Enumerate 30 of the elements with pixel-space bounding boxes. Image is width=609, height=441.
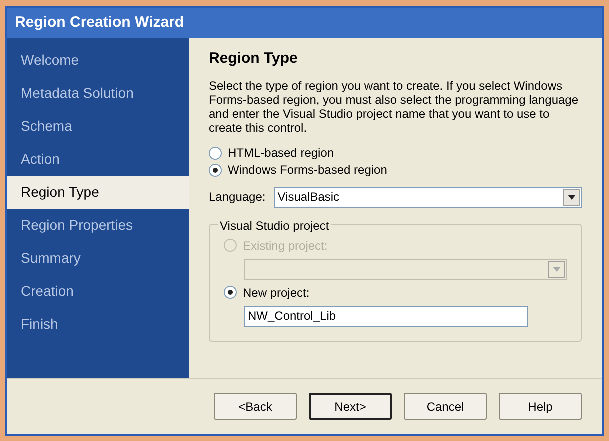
- wizard-step[interactable]: Finish: [7, 308, 189, 341]
- dialog-button[interactable]: <Back: [214, 393, 297, 420]
- window-title: Region Creation Wizard: [15, 12, 184, 33]
- dialog-button[interactable]: Help: [499, 393, 582, 420]
- wizard-step[interactable]: Welcome: [7, 44, 189, 77]
- radio-button[interactable]: [209, 164, 222, 176]
- radio-button[interactable]: [224, 286, 237, 299]
- caret-icon: [552, 266, 560, 272]
- wizard-step[interactable]: Region Type: [7, 176, 189, 209]
- page-description: Select the type of region you want to create. If you select Windows Forms-based region, you must also select the programming language and enter the Visual Studio project name that you want to use to create this control.: [209, 78, 580, 134]
- wizard-step[interactable]: Metadata Solution: [7, 77, 189, 110]
- dialog-button[interactable]: Cancel: [404, 393, 487, 420]
- page-heading: Region Type: [209, 49, 299, 69]
- wizard-step[interactable]: Schema: [7, 110, 189, 143]
- wizard-step[interactable]: Creation: [7, 275, 189, 308]
- radio-label: Existing project:: [243, 238, 328, 254]
- radio-label: New project:: [243, 284, 310, 302]
- wizard-step[interactable]: Region Properties: [7, 209, 189, 242]
- radio-label: HTML-based region: [228, 145, 334, 162]
- dialog-button[interactable]: Next>: [309, 393, 392, 420]
- language-dropdown[interactable]: VisualBasic: [274, 186, 582, 208]
- radio-button[interactable]: [209, 146, 222, 160]
- wizard-step[interactable]: Summary: [7, 242, 189, 275]
- language-label: Language:: [209, 189, 266, 206]
- dropdown-button[interactable]: [563, 188, 580, 206]
- radio-label: Windows Forms-based region: [228, 162, 388, 179]
- project-dropdown[interactable]: [244, 258, 567, 280]
- project-name-field[interactable]: NW_Control_Lib: [244, 306, 528, 326]
- caret-icon: [568, 194, 576, 200]
- wizard-step[interactable]: Action: [7, 143, 189, 176]
